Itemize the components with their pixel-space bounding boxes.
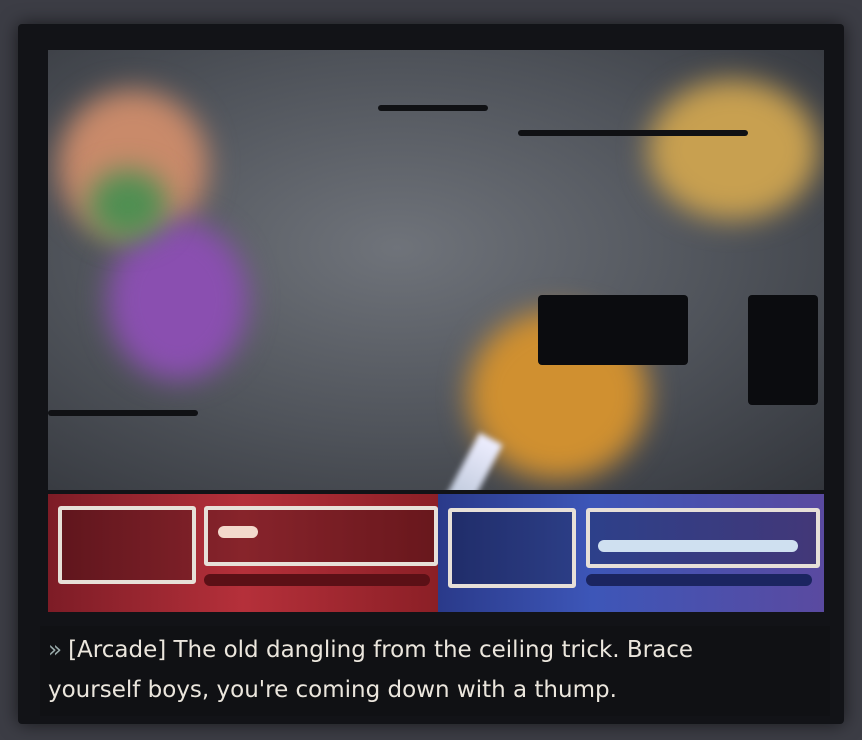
background-green (88, 170, 168, 240)
scene-streak (48, 410, 198, 416)
subtitle-box: » [Arcade] The old dangling from the ceil… (40, 626, 830, 716)
enemy-health-bar (598, 540, 798, 552)
subtitle-line-1: » [Arcade] The old dangling from the ceil… (48, 630, 822, 670)
light-beam (409, 432, 503, 490)
player-hud (48, 494, 438, 612)
enemy-status-frame (586, 508, 820, 568)
scene-streak (378, 105, 488, 111)
subtitle-marker: » (48, 637, 63, 663)
character-left-body (108, 220, 248, 380)
scene-dark-panel (748, 295, 818, 405)
player-health-bar (218, 526, 258, 538)
player-stamina-bar (204, 574, 430, 586)
character-right-glow (648, 80, 818, 220)
subtitle-line-2: yourself boys, you're coming down with a… (48, 670, 822, 710)
scene-streak (518, 130, 748, 136)
enemy-portrait-frame (448, 508, 576, 588)
hud-panel (48, 494, 824, 612)
enemy-hud (438, 494, 824, 612)
game-scene (48, 50, 824, 490)
enemy-stamina-bar (586, 574, 812, 586)
player-portrait-frame (58, 506, 196, 584)
subtitle-text-2: yourself boys, you're coming down with a… (48, 677, 617, 703)
scene-dark-panel (538, 295, 688, 365)
subtitle-text-1: [Arcade] The old dangling from the ceili… (68, 637, 694, 663)
